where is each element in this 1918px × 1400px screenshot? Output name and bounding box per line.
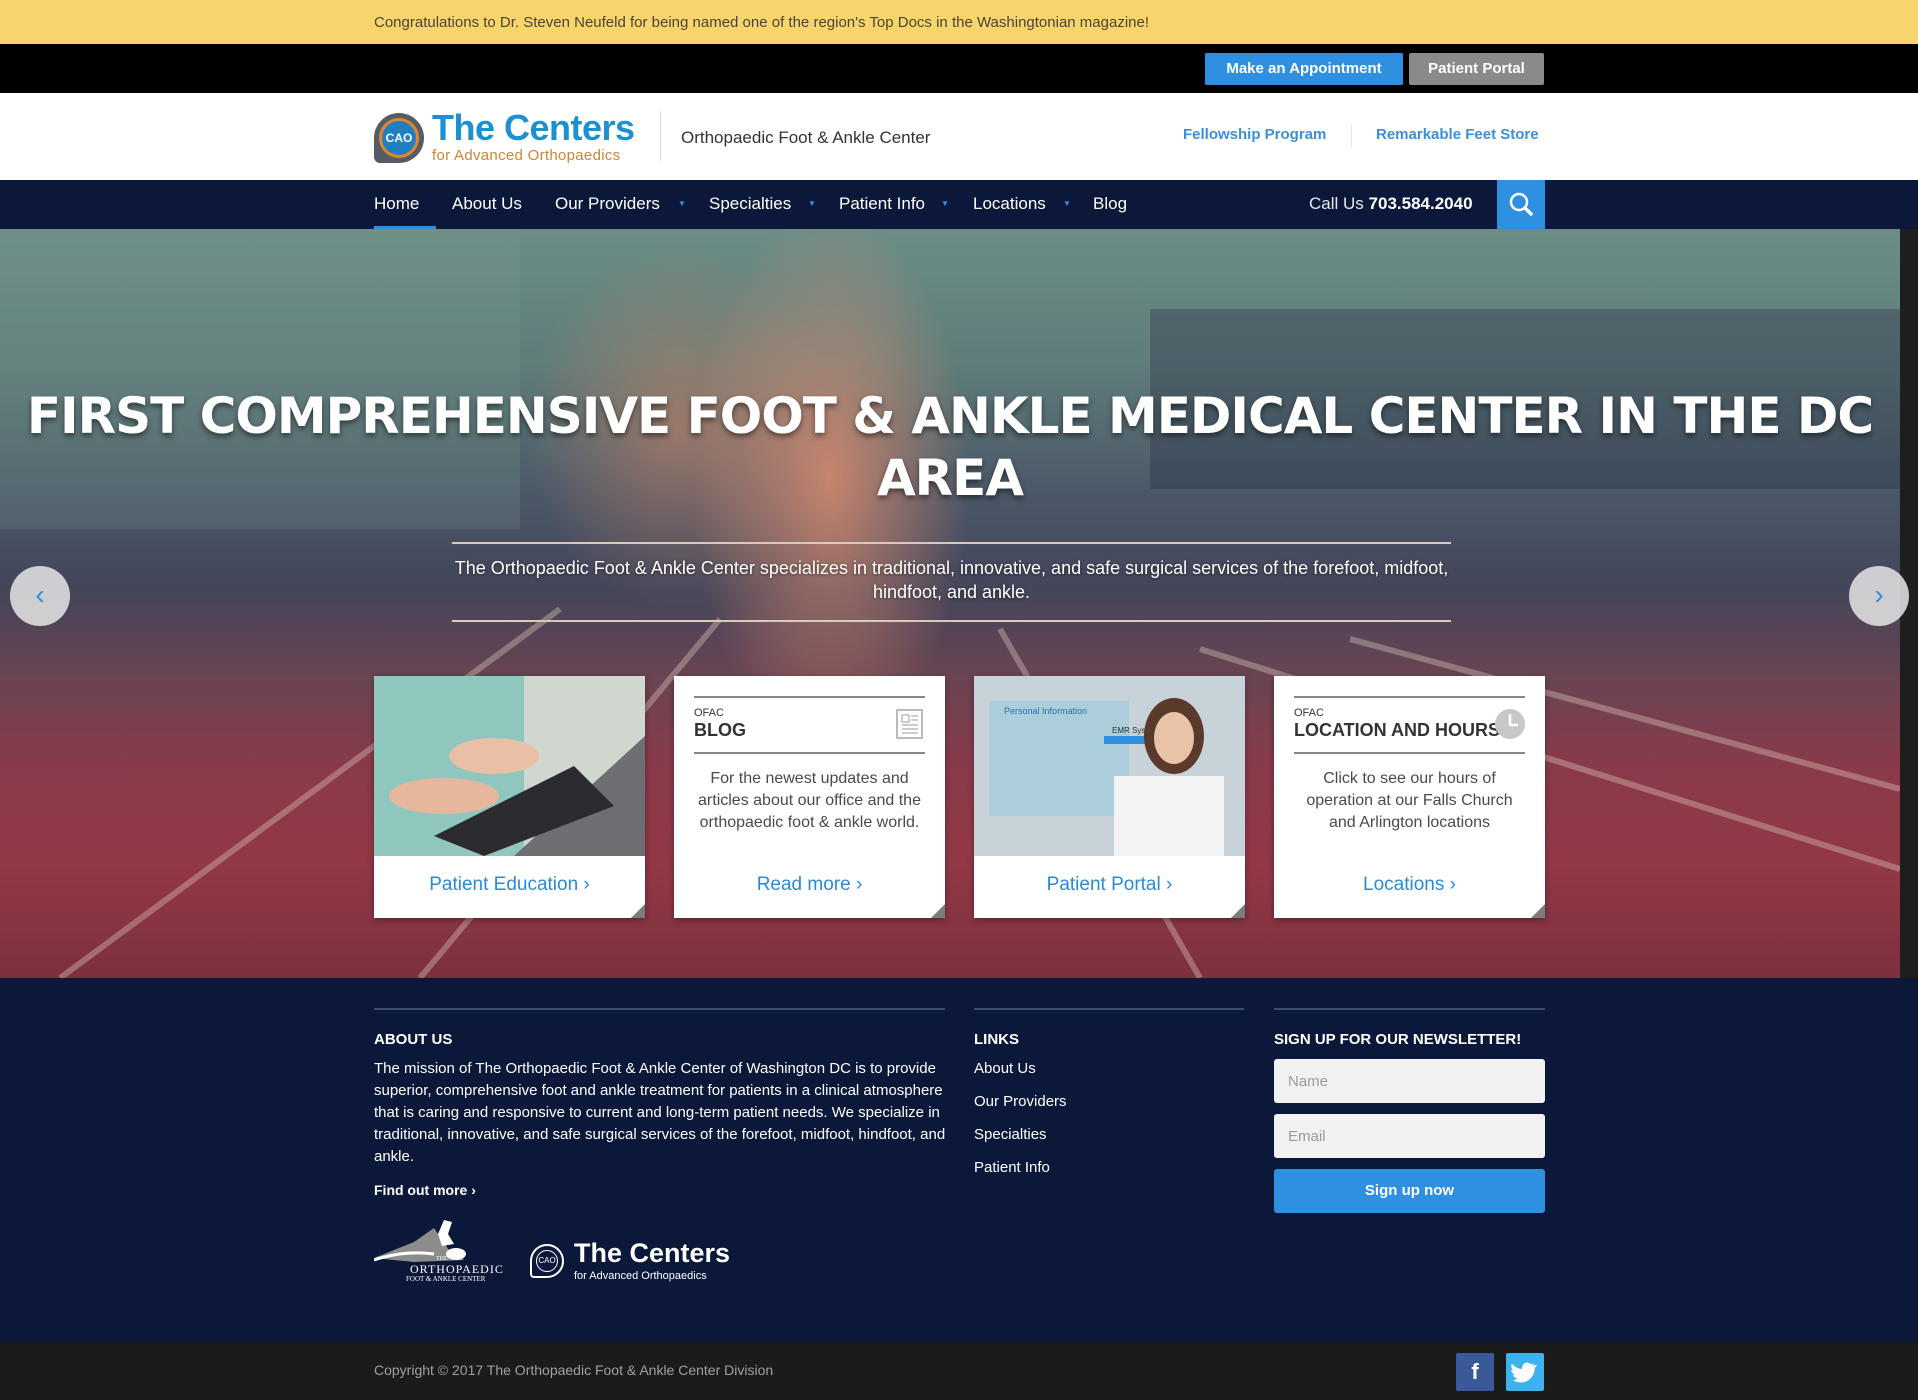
newsletter-email-input[interactable]	[1274, 1114, 1545, 1158]
hero-title: FIRST COMPREHENSIVE FOOT & ANKLE MEDICAL…	[26, 387, 1874, 507]
caret-down-icon[interactable]: ▼	[808, 199, 816, 208]
nav-our-providers[interactable]: Our Providers	[555, 194, 660, 214]
cao-footer-logo[interactable]: CAO The Centers for Advanced Orthopaedic…	[530, 1238, 740, 1282]
footer-link-specialties[interactable]: Specialties	[974, 1126, 1047, 1143]
card-body: Click to see our hours of operation at o…	[1306, 770, 1513, 831]
logo2-subtitle: for Advanced Orthopaedics	[574, 1270, 707, 1282]
nav-blog[interactable]: Blog	[1093, 194, 1127, 214]
about-us-heading: ABOUT US	[374, 1031, 453, 1048]
footer-rule	[974, 1008, 1244, 1010]
patient-portal-link[interactable]: Patient Portal ›	[974, 874, 1245, 896]
card-heading: LOCATION AND HOURS	[1294, 720, 1500, 740]
search-icon	[1509, 192, 1533, 216]
make-appointment-button[interactable]: Make an Appointment	[1205, 53, 1403, 85]
cao-badge-icon: CAO	[530, 1244, 564, 1278]
nav-specialties[interactable]: Specialties	[709, 194, 791, 214]
newspaper-icon	[896, 709, 923, 739]
hero-divider-bottom	[452, 620, 1451, 622]
hero-divider-top	[452, 542, 1451, 544]
laptop-typing-photo	[374, 676, 645, 856]
announcement-text: Congratulations to Dr. Steven Neufeld fo…	[374, 14, 1150, 31]
links-heading: LINKS	[974, 1031, 1019, 1048]
phone-number[interactable]: 703.584.2040	[1369, 194, 1473, 213]
footer-link-our-providers[interactable]: Our Providers	[974, 1093, 1067, 1110]
twitter-button[interactable]	[1506, 1353, 1544, 1391]
logo-badge-text: CAO	[379, 118, 419, 158]
card-patient-education[interactable]: Patient Education ›	[374, 676, 645, 918]
nav-about-us[interactable]: About Us	[452, 194, 522, 214]
logo-subtitle: for Advanced Orthopaedics	[432, 147, 621, 164]
patient-education-link[interactable]: Patient Education ›	[374, 874, 645, 896]
caret-down-icon[interactable]: ▼	[678, 199, 686, 208]
ofac-footer-logo[interactable]: THE ORTHOPAEDIC FOOT & ANKLE CENTER	[373, 1220, 514, 1283]
site-footer: ABOUT US The mission of The Orthopaedic …	[0, 978, 1918, 1342]
announcement-bar: Congratulations to Dr. Steven Neufeld fo…	[0, 0, 1918, 44]
find-out-more-link[interactable]: Find out more ›	[374, 1182, 476, 1198]
clock-icon	[1495, 709, 1525, 739]
footer-link-patient-info[interactable]: Patient Info	[974, 1159, 1050, 1176]
card-fold-corner	[1531, 904, 1545, 918]
card-rule	[694, 752, 925, 754]
facebook-button[interactable]: f	[1456, 1353, 1494, 1391]
sign-up-button[interactable]: Sign up now	[1274, 1169, 1545, 1213]
about-us-text: The mission of The Orthopaedic Foot & An…	[374, 1060, 946, 1165]
card-fold-corner	[931, 904, 945, 918]
newsletter-name-input[interactable]	[1274, 1059, 1545, 1103]
newsletter-heading: SIGN UP FOR OUR NEWSLETTER!	[1274, 1031, 1522, 1048]
logo-title[interactable]: The Centers	[432, 107, 635, 149]
card-location-hours[interactable]: OFAC LOCATION AND HOURS Click to see our…	[1274, 676, 1545, 918]
main-nav: Home About Us Our Providers ▼ Specialtie…	[0, 180, 1918, 229]
top-bar: Make an Appointment Patient Portal	[0, 44, 1918, 93]
nav-locations[interactable]: Locations	[973, 194, 1046, 214]
card-heading: BLOG	[694, 720, 746, 740]
card-kicker: OFAC	[1294, 707, 1324, 719]
fellowship-program-link[interactable]: Fellowship Program	[1183, 126, 1326, 143]
facebook-icon: f	[1471, 1359, 1479, 1384]
copyright-text: Copyright © 2017 The Orthopaedic Foot & …	[374, 1362, 774, 1378]
card-rule	[1294, 696, 1525, 698]
nav-patient-info[interactable]: Patient Info	[839, 194, 925, 214]
doctor-emr-photo: Personal Information EMR System	[974, 676, 1245, 856]
cao-badge-text: CAO	[536, 1250, 558, 1272]
footer-link-about-us[interactable]: About Us	[974, 1060, 1036, 1077]
card-fold-corner	[1231, 904, 1245, 918]
card-blog[interactable]: OFAC BLOG For the newest updates and art…	[674, 676, 945, 918]
copyright-bar: Copyright © 2017 The Orthopaedic Foot & …	[0, 1342, 1918, 1400]
card-rule	[694, 696, 925, 698]
twitter-icon	[1511, 1362, 1538, 1383]
chevron-left-icon: ‹	[35, 579, 45, 610]
caret-down-icon[interactable]: ▼	[941, 199, 949, 208]
locations-link[interactable]: Locations ›	[1274, 874, 1545, 896]
patient-portal-button[interactable]: Patient Portal	[1409, 53, 1544, 85]
call-us-label: Call Us	[1309, 194, 1364, 213]
site-name: Orthopaedic Foot & Ankle Center	[681, 128, 931, 147]
logo2-title: The Centers	[574, 1238, 731, 1268]
call-us: Call Us 703.584.2040	[1309, 194, 1473, 214]
overlay-title: Personal Information	[1004, 706, 1087, 716]
card-rule	[1294, 752, 1525, 754]
card-fold-corner	[631, 904, 645, 918]
site-header: CAO The Centers for Advanced Orthopaedic…	[0, 93, 1918, 180]
nav-home[interactable]: Home	[374, 194, 419, 214]
card-patient-portal[interactable]: Personal Information EMR System Patient …	[974, 676, 1245, 918]
read-more-link[interactable]: Read more ›	[674, 874, 945, 896]
chevron-right-icon: ›	[1874, 579, 1884, 610]
caret-down-icon[interactable]: ▼	[1063, 199, 1071, 208]
slider-next-button[interactable]: ›	[1849, 566, 1909, 626]
search-button[interactable]	[1497, 180, 1545, 229]
card-body: For the newest updates and articles abou…	[698, 770, 921, 831]
cao-logo-icon[interactable]: CAO	[374, 113, 424, 163]
header-link-separator	[1351, 125, 1352, 147]
footer-rule	[374, 1008, 945, 1010]
footer-rule	[1274, 1008, 1545, 1010]
slider-prev-button[interactable]: ‹	[10, 566, 70, 626]
remarkable-feet-store-link[interactable]: Remarkable Feet Store	[1376, 126, 1539, 143]
card-kicker: OFAC	[694, 707, 724, 719]
hero-subtitle: The Orthopaedic Foot & Ankle Center spec…	[454, 558, 1449, 602]
header-divider	[660, 111, 661, 161]
logo1-line3: FOOT & ANKLE CENTER	[406, 1275, 486, 1283]
